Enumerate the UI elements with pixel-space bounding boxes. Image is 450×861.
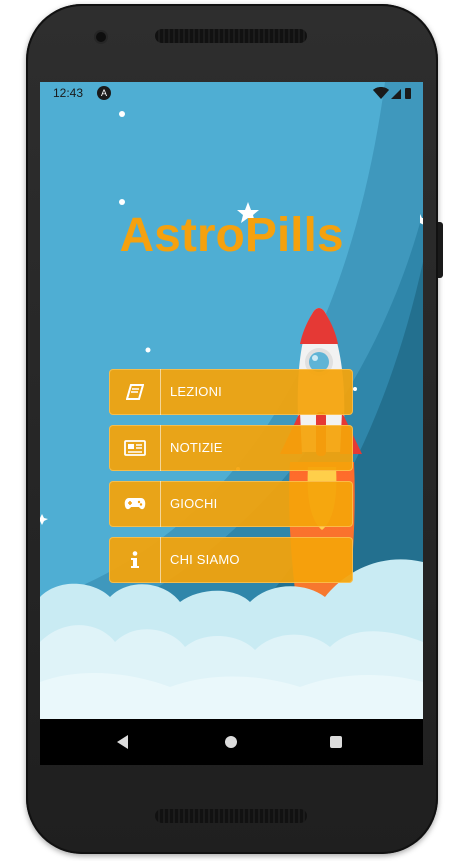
app-title: AstroPills [119, 209, 344, 262]
main-menu: LEZIONI NOTIZIE GIOCHI CHI SIAMO [109, 369, 353, 593]
star [353, 387, 357, 391]
menu-item-label: LEZIONI [170, 384, 222, 399]
recents-button[interactable] [330, 736, 342, 748]
bottom-speaker [155, 809, 307, 823]
power-button [438, 222, 443, 278]
status-icons [373, 87, 411, 99]
star [119, 199, 125, 205]
menu-item-chi-siamo[interactable]: CHI SIAMO [109, 537, 353, 583]
front-camera [96, 32, 106, 42]
app-notification-icon: A [97, 86, 111, 100]
back-button[interactable] [117, 735, 128, 749]
battery-icon [405, 88, 411, 99]
status-time: 12:43 [53, 86, 84, 100]
newspaper-icon [109, 425, 161, 471]
status-bar: 12:43 A [40, 82, 423, 104]
menu-item-giochi[interactable]: GIOCHI [109, 481, 353, 527]
menu-item-lezioni[interactable]: LEZIONI [109, 369, 353, 415]
menu-item-label: CHI SIAMO [170, 552, 240, 567]
wifi-icon [373, 87, 389, 99]
menu-item-notizie[interactable]: NOTIZIE [109, 425, 353, 471]
star [145, 347, 151, 353]
home-button[interactable] [225, 736, 237, 748]
menu-item-label: NOTIZIE [170, 440, 223, 455]
top-speaker [155, 29, 307, 43]
app-screen: 12:43 A AstroPills LEZIONI NOTIZIE GIOCH… [40, 82, 423, 765]
menu-item-label: GIOCHI [170, 496, 218, 511]
info-icon [109, 537, 161, 583]
android-nav-bar [40, 719, 423, 765]
gamepad-icon [109, 481, 161, 527]
signal-icon [391, 89, 401, 99]
star [119, 111, 125, 117]
book-icon [109, 369, 161, 415]
